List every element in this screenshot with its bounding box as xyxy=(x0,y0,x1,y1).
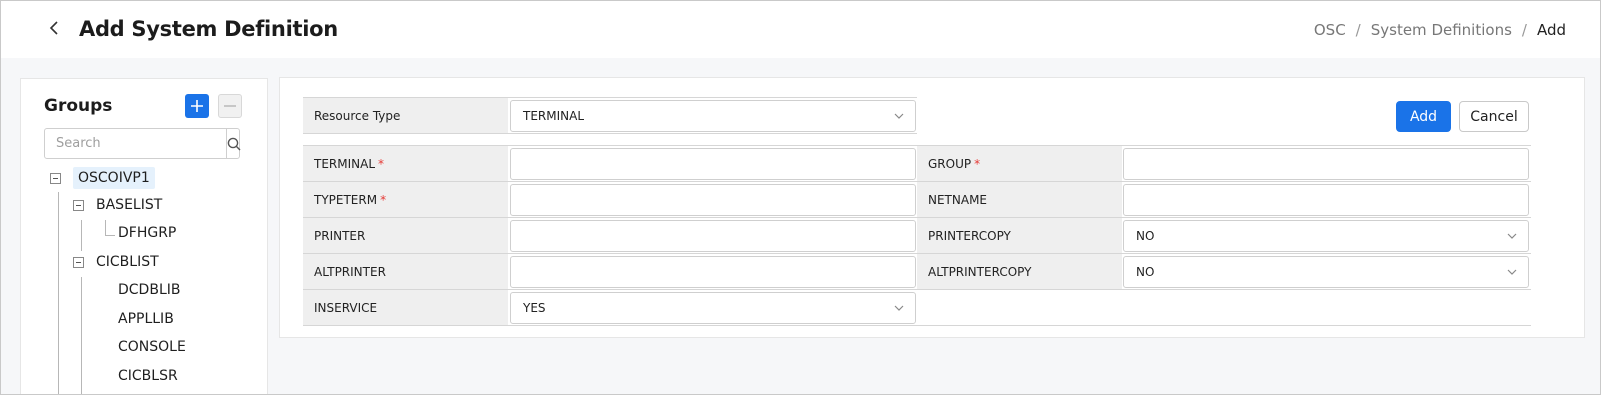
form-row: TYPETERM * NETNAME xyxy=(303,182,1531,218)
search-input[interactable] xyxy=(45,129,226,158)
typeterm-label: TYPETERM * xyxy=(303,182,508,217)
tree-node-label: CICBLSR xyxy=(118,368,178,384)
search-icon xyxy=(227,137,241,150)
printercopy-select[interactable]: NO xyxy=(1123,220,1529,252)
group-search xyxy=(44,128,241,159)
tree-node-appllib[interactable]: APPLLIB xyxy=(118,311,174,327)
printer-label: PRINTER xyxy=(303,218,508,253)
altprintercopy-select[interactable]: NO xyxy=(1123,256,1529,288)
printercopy-value: NO xyxy=(1136,229,1155,243)
netname-input[interactable] xyxy=(1123,184,1529,216)
cancel-button[interactable]: Cancel xyxy=(1459,101,1529,132)
breadcrumb-current: Add xyxy=(1536,21,1566,39)
groups-panel: Groups OSCOIV xyxy=(20,78,268,394)
field-label: GROUP xyxy=(928,156,972,171)
breadcrumb: OSC / System Definitions / Add xyxy=(1314,21,1566,39)
chevron-down-icon xyxy=(1507,269,1517,275)
collapse-icon[interactable] xyxy=(50,172,61,184)
required-marker: * xyxy=(974,156,981,171)
collapse-icon[interactable] xyxy=(73,199,84,211)
definition-form-panel: Resource Type TERMINAL Add Cancel TERMIN… xyxy=(279,77,1585,338)
form-row: PRINTER PRINTERCOPY NO xyxy=(303,218,1531,254)
tree-node-label: CONSOLE xyxy=(118,339,186,355)
tree-node-root[interactable]: OSCOIVP1 xyxy=(50,167,155,189)
field-label: TERMINAL xyxy=(314,156,376,171)
add-button[interactable]: Add xyxy=(1396,101,1451,132)
breadcrumb-separator: / xyxy=(1521,21,1527,39)
add-group-button[interactable] xyxy=(185,94,209,118)
terminal-label: TERMINAL * xyxy=(303,146,508,181)
breadcrumb-separator: / xyxy=(1355,21,1361,39)
tree-node-cicblsr[interactable]: CICBLSR xyxy=(118,368,178,384)
tree-connector xyxy=(105,235,115,236)
chevron-left-icon xyxy=(49,21,58,35)
required-marker: * xyxy=(380,192,387,207)
tree-node-label: OSCOIVP1 xyxy=(73,167,155,189)
resource-type-row: Resource Type TERMINAL xyxy=(303,97,917,135)
groups-title: Groups xyxy=(44,96,113,116)
altprintercopy-value: NO xyxy=(1136,265,1155,279)
remove-group-button[interactable] xyxy=(218,94,242,118)
form-row: TERMINAL * GROUP * xyxy=(303,146,1531,182)
breadcrumb-osc[interactable]: OSC xyxy=(1314,21,1346,39)
tree-node-label: APPLLIB xyxy=(118,311,174,327)
search-button[interactable] xyxy=(226,129,241,158)
resource-type-select[interactable]: TERMINAL xyxy=(510,100,916,132)
back-button[interactable] xyxy=(45,18,65,38)
typeterm-input[interactable] xyxy=(510,184,916,216)
form-row: INSERVICE YES xyxy=(303,290,1531,326)
inservice-value: YES xyxy=(523,301,546,315)
inservice-select[interactable]: YES xyxy=(510,292,916,324)
tree-node-label: CICBLIST xyxy=(96,254,159,270)
resource-type-label: Resource Type xyxy=(303,98,508,133)
page-header: Add System Definition OSC / System Defin… xyxy=(1,1,1600,58)
page-title: Add System Definition xyxy=(79,17,338,41)
tree-node-label: DCDBLIB xyxy=(118,282,181,298)
form-row: Resource Type TERMINAL xyxy=(303,98,917,134)
altprinter-label: ALTPRINTER xyxy=(303,254,508,289)
printercopy-label: PRINTERCOPY xyxy=(917,218,1122,253)
fields-grid: TERMINAL * GROUP * TYPETERM * NETNAME PRIN xyxy=(303,145,1531,327)
netname-label: NETNAME xyxy=(917,182,1122,217)
chevron-down-icon xyxy=(894,113,904,119)
printer-input[interactable] xyxy=(510,220,916,252)
tree-connector xyxy=(105,220,106,235)
minus-icon xyxy=(224,105,236,107)
tree-connector xyxy=(58,192,59,394)
form-row: ALTPRINTER ALTPRINTERCOPY NO xyxy=(303,254,1531,290)
tree-node-label: DFHGRP xyxy=(118,225,177,241)
tree-connector xyxy=(81,277,82,394)
chevron-down-icon xyxy=(1507,233,1517,239)
tree-connector xyxy=(81,220,82,251)
terminal-input[interactable] xyxy=(510,148,916,180)
altprinter-input[interactable] xyxy=(510,256,916,288)
tree-node-label: BASELIST xyxy=(96,197,163,213)
altprintercopy-label: ALTPRINTERCOPY xyxy=(917,254,1122,289)
tree-node-baselist[interactable]: BASELIST xyxy=(73,197,162,213)
tree-node-dfhgrp[interactable]: DFHGRP xyxy=(118,225,176,241)
tree-node-console[interactable]: CONSOLE xyxy=(118,339,186,355)
app-window: Add System Definition OSC / System Defin… xyxy=(0,0,1601,395)
tree-node-dcdblib[interactable]: DCDBLIB xyxy=(118,282,180,298)
tree-node-cicblist[interactable]: CICBLIST xyxy=(73,254,159,270)
group-label: GROUP * xyxy=(917,146,1122,181)
resource-type-value: TERMINAL xyxy=(523,109,585,123)
chevron-down-icon xyxy=(894,305,904,311)
inservice-label: INSERVICE xyxy=(303,290,508,325)
field-label: TYPETERM xyxy=(314,192,378,207)
breadcrumb-system-definitions[interactable]: System Definitions xyxy=(1371,21,1512,39)
required-marker: * xyxy=(378,156,385,171)
group-input[interactable] xyxy=(1123,148,1529,180)
collapse-icon[interactable] xyxy=(73,256,84,268)
plus-icon xyxy=(191,100,203,112)
